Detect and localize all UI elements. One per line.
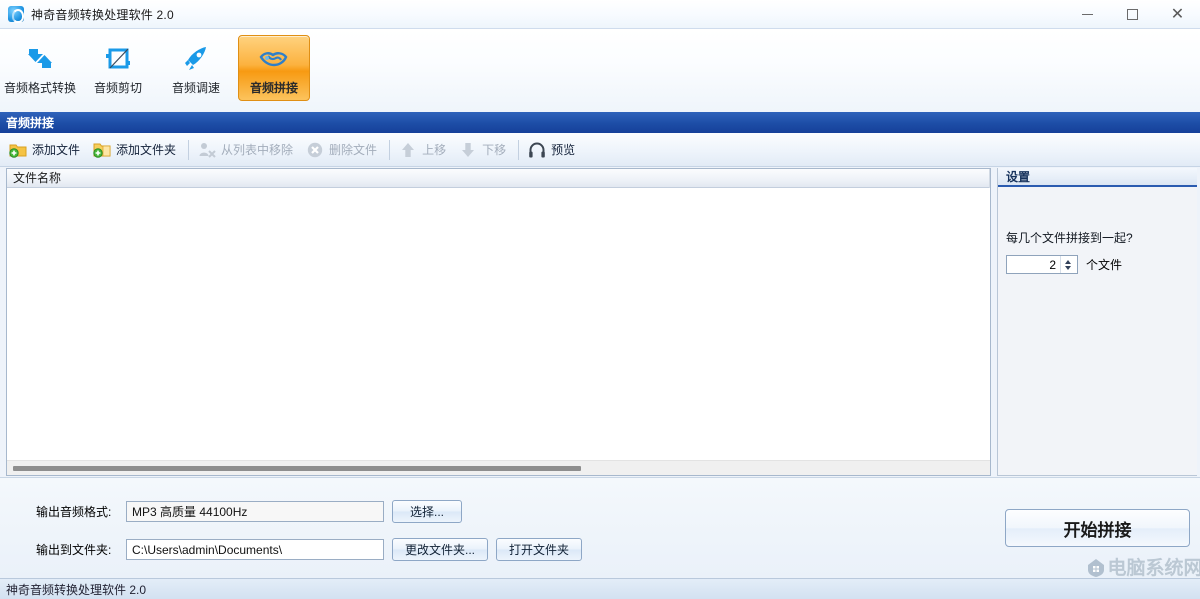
settings-title: 设置 — [998, 168, 1197, 187]
button-label: 上移 — [422, 143, 447, 157]
button-label: 添加文件夹 — [116, 143, 177, 157]
settings-panel: 设置 每几个文件拼接到一起? 个文件 — [997, 168, 1197, 476]
status-text: 神奇音频转换处理软件 2.0 — [6, 582, 147, 597]
button-label: 下移 — [482, 143, 507, 157]
toolbar-separator — [188, 139, 190, 160]
application-window: 神奇音频转换处理软件 2.0 ✕ 音频格式转换 音频剪切 音频调速 音频拼接 音… — [0, 0, 1200, 599]
rocket-icon — [180, 42, 212, 76]
output-format-label: 输出音频格式: — [36, 505, 112, 519]
minimize-icon — [1082, 13, 1093, 15]
status-bar: 神奇音频转换处理软件 2.0 — [0, 578, 1200, 599]
add-file-icon — [8, 140, 28, 160]
handshake-icon — [257, 42, 291, 76]
scrollbar-thumb[interactable] — [13, 465, 581, 471]
delete-file-button[interactable]: 删除文件 — [301, 137, 385, 163]
convert-arrows-icon — [24, 42, 56, 76]
output-folder-field[interactable]: C:\Users\admin\Documents\ — [126, 539, 384, 560]
tab-label: 音频格式转换 — [4, 81, 77, 95]
choose-format-button[interactable]: 选择... — [392, 500, 462, 523]
button-label: 添加文件 — [32, 143, 81, 157]
preview-button[interactable]: 预览 — [523, 137, 583, 163]
arrow-down-icon — [458, 140, 478, 160]
stepper-arrows[interactable] — [1060, 256, 1075, 273]
button-label: 从列表中移除 — [221, 143, 294, 157]
tab-audio-speed[interactable]: 音频调速 — [160, 35, 232, 101]
output-format-row: 输出音频格式: MP3 高质量 44100Hz 选择... — [36, 500, 462, 523]
minimize-button[interactable] — [1065, 0, 1110, 29]
file-toolbar: 添加文件 添加文件夹 从列表中移除 删除文件 上移 下移 预览 — [0, 133, 1200, 167]
tab-label: 音频剪切 — [93, 81, 142, 95]
crop-icon — [102, 42, 134, 76]
remove-from-list-icon — [197, 140, 217, 160]
horizontal-scrollbar[interactable] — [7, 460, 990, 475]
tab-label: 音频调速 — [171, 81, 220, 95]
window-title: 神奇音频转换处理软件 2.0 — [31, 7, 174, 22]
title-bar: 神奇音频转换处理软件 2.0 ✕ — [0, 0, 1200, 29]
stepper-up-icon[interactable] — [1065, 259, 1071, 264]
close-button[interactable]: ✕ — [1155, 0, 1200, 29]
file-list-header: 文件名称 — [7, 168, 990, 188]
tab-audio-cut[interactable]: 音频剪切 — [82, 35, 154, 101]
start-join-label: 开始拼接 — [1063, 520, 1132, 540]
add-folder-icon — [92, 140, 112, 160]
main-tab-ribbon: 音频格式转换 音频剪切 音频调速 音频拼接 — [0, 29, 1200, 112]
add-folder-button[interactable]: 添加文件夹 — [88, 137, 184, 163]
button-label: 预览 — [551, 143, 576, 157]
join-count-row: 个文件 — [1006, 255, 1197, 274]
open-folder-button[interactable]: 打开文件夹 — [496, 538, 583, 561]
column-header-filename[interactable]: 文件名称 — [7, 168, 990, 188]
join-count-suffix: 个文件 — [1086, 258, 1123, 272]
output-folder-label: 输出到文件夹: — [36, 543, 112, 557]
section-title: 音频拼接 — [6, 116, 55, 130]
tab-audio-format-convert[interactable]: 音频格式转换 — [4, 35, 76, 101]
button-label: 删除文件 — [329, 143, 378, 157]
output-format-field[interactable]: MP3 高质量 44100Hz — [126, 501, 384, 522]
start-join-button[interactable]: 开始拼接 — [1005, 509, 1190, 547]
close-icon: ✕ — [1170, 4, 1185, 23]
window-controls: ✕ — [1065, 0, 1200, 29]
join-count-label: 每几个文件拼接到一起? — [1006, 231, 1133, 245]
move-up-button[interactable]: 上移 — [394, 137, 454, 163]
maximize-button[interactable] — [1110, 0, 1155, 29]
maximize-icon — [1127, 8, 1138, 20]
file-list-body[interactable] — [7, 188, 990, 459]
toolbar-separator — [518, 139, 520, 160]
join-count-input[interactable] — [1007, 256, 1060, 273]
app-icon — [8, 6, 24, 23]
change-folder-button[interactable]: 更改文件夹... — [392, 538, 489, 561]
move-down-button[interactable]: 下移 — [454, 137, 514, 163]
arrow-up-icon — [398, 140, 418, 160]
stepper-down-icon[interactable] — [1065, 265, 1071, 270]
file-list[interactable]: 文件名称 — [6, 168, 991, 476]
delete-file-icon — [305, 140, 325, 160]
output-folder-row: 输出到文件夹: C:\Users\admin\Documents\ 更改文件夹.… — [36, 538, 583, 561]
tab-audio-join[interactable]: 音频拼接 — [238, 35, 310, 101]
toolbar-separator — [389, 139, 391, 160]
headphones-icon — [527, 140, 547, 160]
join-count-stepper[interactable] — [1006, 255, 1078, 274]
remove-from-list-button[interactable]: 从列表中移除 — [193, 137, 301, 163]
tab-label: 音频拼接 — [249, 81, 298, 95]
add-file-button[interactable]: 添加文件 — [4, 137, 88, 163]
settings-body: 每几个文件拼接到一起? 个文件 — [998, 187, 1197, 274]
section-header: 音频拼接 — [0, 112, 1200, 133]
